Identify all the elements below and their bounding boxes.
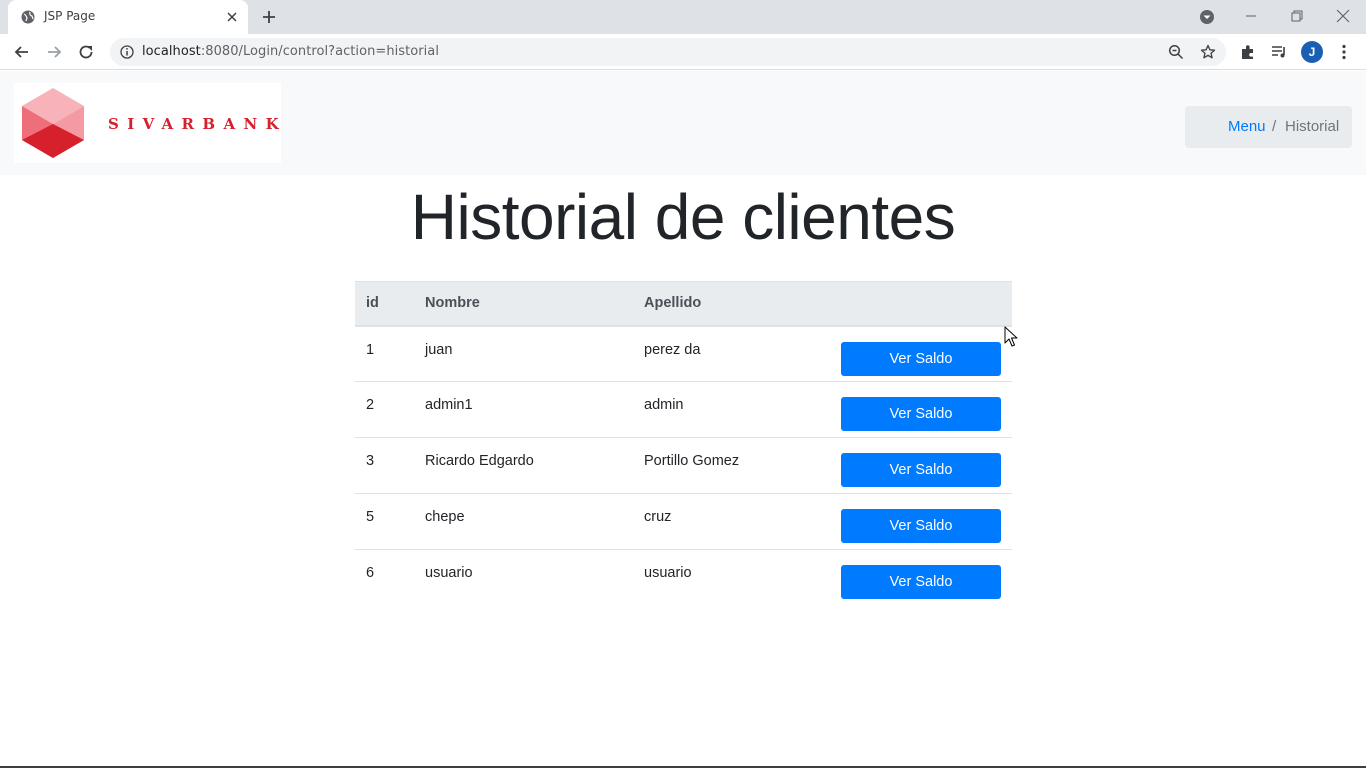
- table-row: 2 admin1 admin Ver Saldo: [355, 381, 1012, 438]
- address-bar[interactable]: localhost:8080/Login/control?action=hist…: [110, 38, 1226, 66]
- reload-icon[interactable]: [76, 42, 96, 62]
- breadcrumb: Menu / Historial: [1185, 106, 1352, 148]
- column-header-nombre: Nombre: [414, 281, 633, 327]
- info-icon[interactable]: [120, 45, 134, 59]
- cell-action: Ver Saldo: [830, 493, 1012, 550]
- cell-id: 1: [355, 325, 414, 382]
- sivarbank-logo[interactable]: SIVARBANK: [14, 83, 281, 163]
- url-text[interactable]: localhost:8080/Login/control?action=hist…: [142, 44, 439, 59]
- ver-saldo-button[interactable]: Ver Saldo: [841, 453, 1001, 487]
- cell-apellido: Portillo Gomez: [633, 437, 830, 494]
- close-icon[interactable]: [224, 9, 240, 25]
- cell-nombre: juan: [414, 325, 633, 382]
- cell-nombre: Ricardo Edgardo: [414, 437, 633, 494]
- plus-icon[interactable]: [260, 8, 278, 26]
- cell-nombre: usuario: [425, 565, 473, 581]
- star-icon[interactable]: [1200, 44, 1216, 60]
- url-host: localhost: [142, 44, 201, 59]
- tab-search-icon[interactable]: [1198, 8, 1216, 26]
- avatar[interactable]: J: [1301, 41, 1323, 63]
- browser-tab-strip: JSP Page: [0, 0, 1366, 34]
- browser-tab[interactable]: JSP Page: [8, 0, 248, 34]
- window-close-icon[interactable]: [1333, 6, 1353, 26]
- cell-id: 6: [366, 565, 375, 581]
- cell-action: Ver Saldo: [830, 381, 1012, 438]
- cell-apellido: usuario: [644, 565, 692, 581]
- breadcrumb-menu-link[interactable]: Menu: [1228, 118, 1266, 135]
- media-icon[interactable]: [1270, 43, 1288, 61]
- minimize-icon[interactable]: [1241, 6, 1261, 26]
- table-row: 6 usuario usuario Ver Saldo: [355, 550, 1012, 606]
- page-title: Historial de clientes: [410, 181, 956, 253]
- cell-nombre: admin1: [414, 381, 633, 438]
- clients-table: id Nombre Apellido 1 juan perez da Ver S…: [355, 281, 1012, 606]
- tab-title: JSP Page: [44, 9, 96, 23]
- ver-saldo-button[interactable]: Ver Saldo: [841, 509, 1001, 543]
- restore-icon[interactable]: [1287, 6, 1307, 26]
- zoom-icon[interactable]: [1168, 44, 1184, 60]
- back-icon[interactable]: [12, 42, 32, 62]
- cell-id: 5: [355, 493, 414, 550]
- ver-saldo-button[interactable]: Ver Saldo: [841, 341, 1001, 376]
- kebab-menu-icon[interactable]: [1335, 43, 1353, 61]
- extensions-icon[interactable]: [1239, 43, 1257, 61]
- logo-text: SIVARBANK: [108, 115, 288, 133]
- breadcrumb-current: Historial: [1285, 118, 1340, 135]
- column-header-apellido: Apellido: [633, 281, 830, 327]
- table-row: 1 juan perez da Ver Saldo: [355, 325, 1012, 382]
- cell-id: 3: [355, 437, 414, 494]
- cell-apellido: admin: [633, 381, 830, 438]
- url-path: :8080/Login/control?action=historial: [200, 44, 439, 59]
- cube-logo-icon: [22, 88, 84, 158]
- table-row: 3 Ricardo Edgardo Portillo Gomez Ver Sal…: [355, 437, 1012, 494]
- table-header-row: id Nombre Apellido: [355, 281, 1012, 327]
- breadcrumb-separator: /: [1272, 118, 1277, 135]
- cell-nombre: chepe: [414, 493, 633, 550]
- forward-icon[interactable]: [44, 42, 64, 62]
- ver-saldo-button[interactable]: Ver Saldo: [841, 397, 1001, 431]
- page-header: SIVARBANK Menu / Historial: [0, 71, 1366, 175]
- cell-action: Ver Saldo: [830, 550, 1012, 606]
- mouse-cursor-icon: [1004, 326, 1018, 347]
- column-header-id: id: [355, 281, 414, 327]
- globe-icon: [21, 10, 35, 24]
- cell-action: Ver Saldo: [830, 437, 1012, 494]
- cell-apellido: perez da: [633, 325, 830, 382]
- browser-toolbar: localhost:8080/Login/control?action=hist…: [0, 34, 1366, 70]
- table-row: 5 chepe cruz Ver Saldo: [355, 493, 1012, 550]
- cell-action: Ver Saldo: [830, 325, 1012, 382]
- ver-saldo-button[interactable]: Ver Saldo: [841, 565, 1001, 599]
- cell-id: 2: [355, 381, 414, 438]
- column-header-actions: [830, 281, 1012, 327]
- cell-apellido: cruz: [633, 493, 830, 550]
